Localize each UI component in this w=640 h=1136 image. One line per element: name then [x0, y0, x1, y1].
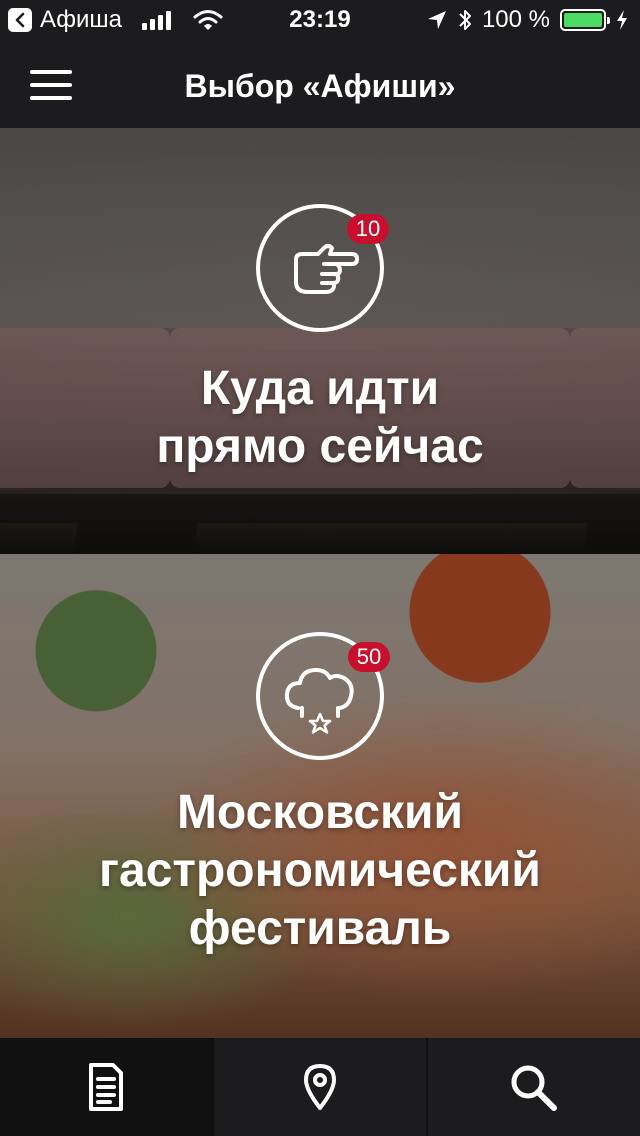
card-title-line: Куда идти [200, 362, 440, 415]
battery-level-fill [564, 13, 602, 27]
status-left: Афиша [8, 0, 223, 40]
card-title-line: прямо сейчас [156, 420, 484, 473]
search-icon [511, 1065, 557, 1111]
tab-bar [0, 1038, 640, 1136]
notification-badge: 50 [348, 642, 390, 672]
location-arrow-icon [427, 11, 446, 29]
card-title-line: Московский [176, 786, 464, 839]
charging-bolt-icon [617, 10, 627, 30]
card-title-line: фестиваль [188, 902, 452, 955]
document-icon [89, 1063, 123, 1111]
back-to-app-button[interactable] [8, 8, 32, 32]
page-title: Выбор «Афиши» [184, 68, 456, 104]
location-pin-icon [304, 1064, 336, 1110]
status-right: 100 % [426, 0, 628, 40]
card-where-to-go-now[interactable]: 10 Куда идти прямо сейчас [0, 128, 640, 554]
card-title: Куда идти прямо сейчас [0, 360, 640, 476]
battery-percent: 100 % [481, 6, 550, 33]
tab-map[interactable] [212, 1038, 426, 1136]
wifi-icon [193, 10, 223, 30]
back-chevron-icon [15, 12, 25, 28]
bluetooth-icon [459, 10, 471, 30]
card-gastronomic-festival[interactable]: 50 Московский гастрономический фестиваль [0, 554, 640, 1038]
card-title-line: гастрономический [99, 844, 541, 897]
status-bar: Афиша 23:19 100 % [0, 0, 640, 40]
notification-badge: 10 [347, 214, 389, 244]
cellular-signal-icon [142, 10, 172, 30]
navigation-bar: Выбор «Афиши» [0, 40, 640, 128]
tab-search[interactable] [426, 1038, 640, 1136]
card-title: Московский гастрономический фестиваль [0, 784, 640, 958]
tab-selection[interactable] [0, 1038, 212, 1136]
battery-icon [560, 9, 610, 31]
back-app-label[interactable]: Афиша [40, 6, 122, 34]
